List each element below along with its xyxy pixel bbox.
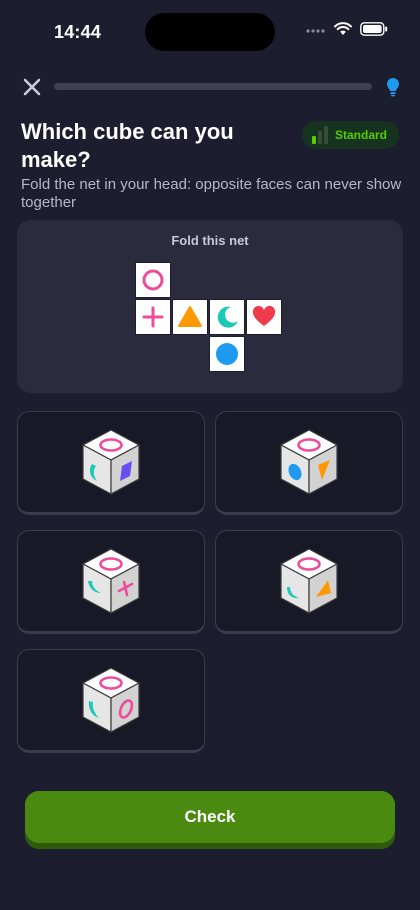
hint-button[interactable] [384, 74, 402, 100]
difficulty-label: Standard [334, 128, 387, 142]
cube-option-5[interactable] [17, 649, 205, 753]
status-icons [306, 22, 388, 41]
wifi-icon [334, 22, 352, 41]
ring-icon [142, 269, 164, 291]
cube-option-4-image [279, 548, 339, 615]
status-time: 14:44 [54, 22, 102, 42]
circle-icon [216, 343, 238, 365]
cube-option-1-image [81, 429, 141, 496]
plus-icon [142, 306, 164, 328]
triangle-icon [178, 306, 202, 327]
cube-option-3[interactable] [17, 530, 205, 634]
lesson-header [20, 74, 402, 100]
cube-option-2[interactable] [215, 411, 403, 515]
net-face-crescent [209, 299, 245, 335]
dynamic-island [145, 13, 275, 51]
net-face-heart [246, 299, 282, 335]
status-bar: 14:44 [0, 0, 420, 64]
close-button[interactable] [20, 74, 44, 100]
lesson-progress-bar [54, 83, 372, 90]
net-face-triangle [172, 299, 208, 335]
question-subtitle: Fold the net in your head: opposite face… [21, 176, 402, 211]
difficulty-badge: Standard [301, 121, 399, 149]
cube-option-2-image [279, 429, 339, 496]
cube-option-4[interactable] [215, 530, 403, 634]
cube-option-1[interactable] [17, 411, 205, 515]
net-face-plus [135, 299, 171, 335]
net-face-circle [209, 336, 245, 372]
signal-icon [306, 23, 326, 41]
close-icon [23, 78, 41, 96]
check-button[interactable]: Check [25, 791, 395, 849]
question-title: Which cube can you make? [21, 119, 234, 172]
cube-option-5-image [81, 667, 141, 734]
net-label: Fold this net [171, 233, 249, 248]
net-card: Fold this net [17, 220, 403, 393]
check-button-label: Check [25, 791, 395, 843]
lightbulb-icon [387, 78, 399, 97]
battery-icon [360, 22, 388, 41]
heart-icon [252, 306, 276, 326]
crescent-icon [217, 306, 238, 328]
cube-option-3-image [81, 548, 141, 615]
net-face-ring [135, 262, 171, 298]
bar-chart-icon [311, 126, 328, 144]
